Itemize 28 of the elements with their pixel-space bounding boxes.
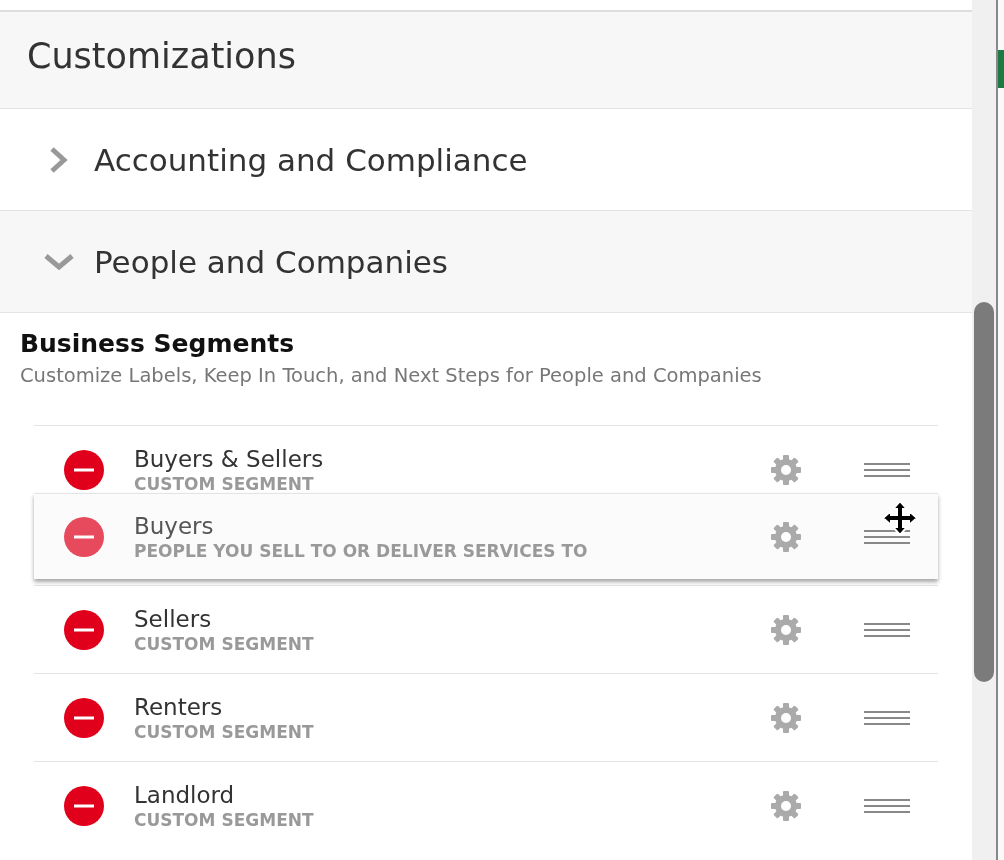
section-title[interactable]: Accounting and Compliance <box>94 141 528 178</box>
group-description: Customize Labels, Keep In Touch, and Next Steps for People and Companies <box>20 364 763 387</box>
chevron-down-icon[interactable] <box>44 253 74 270</box>
segment-description: CUSTOM SEGMENT <box>134 473 315 494</box>
segment-description: CUSTOM SEGMENT <box>134 633 315 654</box>
drag-handle-icon[interactable] <box>864 528 910 545</box>
move-cursor-icon <box>882 500 918 536</box>
page-title: Customizations <box>27 36 296 76</box>
segment-description: PEOPLE YOU SELL TO OR DELIVER SERVICES TO <box>134 540 589 561</box>
drag-handle-icon[interactable] <box>864 621 910 638</box>
group-title: Business Segments <box>20 329 295 358</box>
segment-name: Sellers <box>134 605 213 632</box>
drag-handle-icon[interactable] <box>864 709 910 726</box>
remove-icon[interactable] <box>64 449 104 490</box>
remove-icon[interactable] <box>64 785 104 826</box>
segment-name: Buyers <box>134 512 215 539</box>
remove-icon[interactable] <box>64 609 104 650</box>
segment-name: Renters <box>134 693 224 720</box>
segment-description: CUSTOM SEGMENT <box>134 809 315 830</box>
section-title[interactable]: People and Companies <box>94 243 448 280</box>
remove-icon[interactable] <box>64 516 104 557</box>
remove-icon[interactable] <box>64 697 104 738</box>
segment-name: Buyers & Sellers <box>134 445 325 472</box>
drag-handle-icon[interactable] <box>864 797 910 814</box>
segment-name: Landlord <box>134 781 236 808</box>
scrollbar-thumb[interactable] <box>974 302 994 682</box>
segment-description: CUSTOM SEGMENT <box>134 721 315 742</box>
drag-handle-icon[interactable] <box>864 461 910 478</box>
